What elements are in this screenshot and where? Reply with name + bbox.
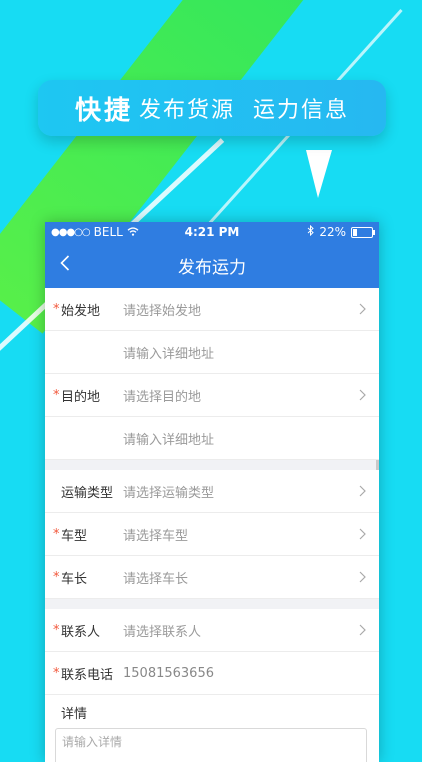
banner-text-capacity-info: 运力信息 xyxy=(253,98,350,123)
chevron-right-icon xyxy=(355,623,369,637)
destination-address-input[interactable]: 请输入详细地址 xyxy=(123,429,369,448)
phone-input[interactable]: 15081563656 xyxy=(123,666,369,681)
chevron-right-icon xyxy=(355,388,369,402)
status-bar: ●●●○○ BELL 4:21 PM 22% xyxy=(45,222,379,242)
origin-picker[interactable]: 请选择始发地 xyxy=(123,300,355,319)
chevron-left-icon xyxy=(60,255,70,275)
required-marker: * xyxy=(53,387,60,403)
vehicle-type-label: 车型 xyxy=(61,528,88,544)
vehicle-type-picker[interactable]: 请选择车型 xyxy=(123,525,355,544)
origin-address-input[interactable]: 请输入详细地址 xyxy=(123,343,369,362)
chevron-right-icon xyxy=(355,302,369,316)
banner-text-fast: 快捷 xyxy=(74,95,133,126)
page-title: 发布运力 xyxy=(178,257,246,278)
phone-row[interactable]: * 联系电话 15081563656 xyxy=(45,652,379,695)
back-button[interactable] xyxy=(51,250,79,280)
vehicle-length-picker[interactable]: 请选择车长 xyxy=(123,568,355,587)
destination-label: 目的地 xyxy=(61,389,101,405)
chevron-right-icon xyxy=(355,527,369,541)
contact-row[interactable]: * 联系人 请选择联系人 xyxy=(45,609,379,652)
destination-row[interactable]: * 目的地 请选择目的地 xyxy=(45,374,379,417)
phone-screen: ●●●○○ BELL 4:21 PM 22% 发布运力 * 始发地 请选择始发地 xyxy=(45,222,379,762)
origin-address-row[interactable]: 请输入详细地址 xyxy=(45,331,379,374)
destination-picker[interactable]: 请选择目的地 xyxy=(123,386,355,405)
origin-row[interactable]: * 始发地 请选择始发地 xyxy=(45,288,379,331)
required-marker: * xyxy=(53,665,60,681)
nav-bar: 发布运力 xyxy=(45,242,379,288)
battery-icon xyxy=(351,226,375,238)
vehicle-type-row[interactable]: * 车型 请选择车型 xyxy=(45,513,379,556)
destination-address-row[interactable]: 请输入详细地址 xyxy=(45,417,379,460)
section-divider xyxy=(45,460,379,470)
phone-label: 联系电话 xyxy=(61,667,114,683)
white-triangle-decoration xyxy=(306,150,332,198)
contact-label: 联系人 xyxy=(61,624,101,640)
vehicle-length-row[interactable]: * 车长 请选择车长 xyxy=(45,556,379,599)
details-textarea[interactable]: 请输入详情 xyxy=(55,728,367,762)
section-divider xyxy=(45,599,379,609)
banner-text-publish-cargo: 发布货源 xyxy=(138,98,235,123)
details-label: 详情 xyxy=(61,707,88,722)
required-marker: * xyxy=(53,622,60,638)
chevron-right-icon xyxy=(355,570,369,584)
transport-type-picker[interactable]: 请选择运输类型 xyxy=(123,482,355,501)
promo-banner: 快捷 发布货源 运力信息 xyxy=(38,80,386,136)
required-marker: * xyxy=(53,569,60,585)
contact-picker[interactable]: 请选择联系人 xyxy=(123,621,355,640)
transport-type-row[interactable]: 运输类型 请选择运输类型 xyxy=(45,470,379,513)
transport-type-label: 运输类型 xyxy=(61,485,114,501)
required-marker: * xyxy=(53,301,60,317)
vehicle-length-label: 车长 xyxy=(61,571,88,587)
status-time: 4:21 PM xyxy=(184,225,240,239)
required-marker: * xyxy=(53,526,60,542)
chevron-right-icon xyxy=(355,484,369,498)
origin-label: 始发地 xyxy=(61,303,101,319)
